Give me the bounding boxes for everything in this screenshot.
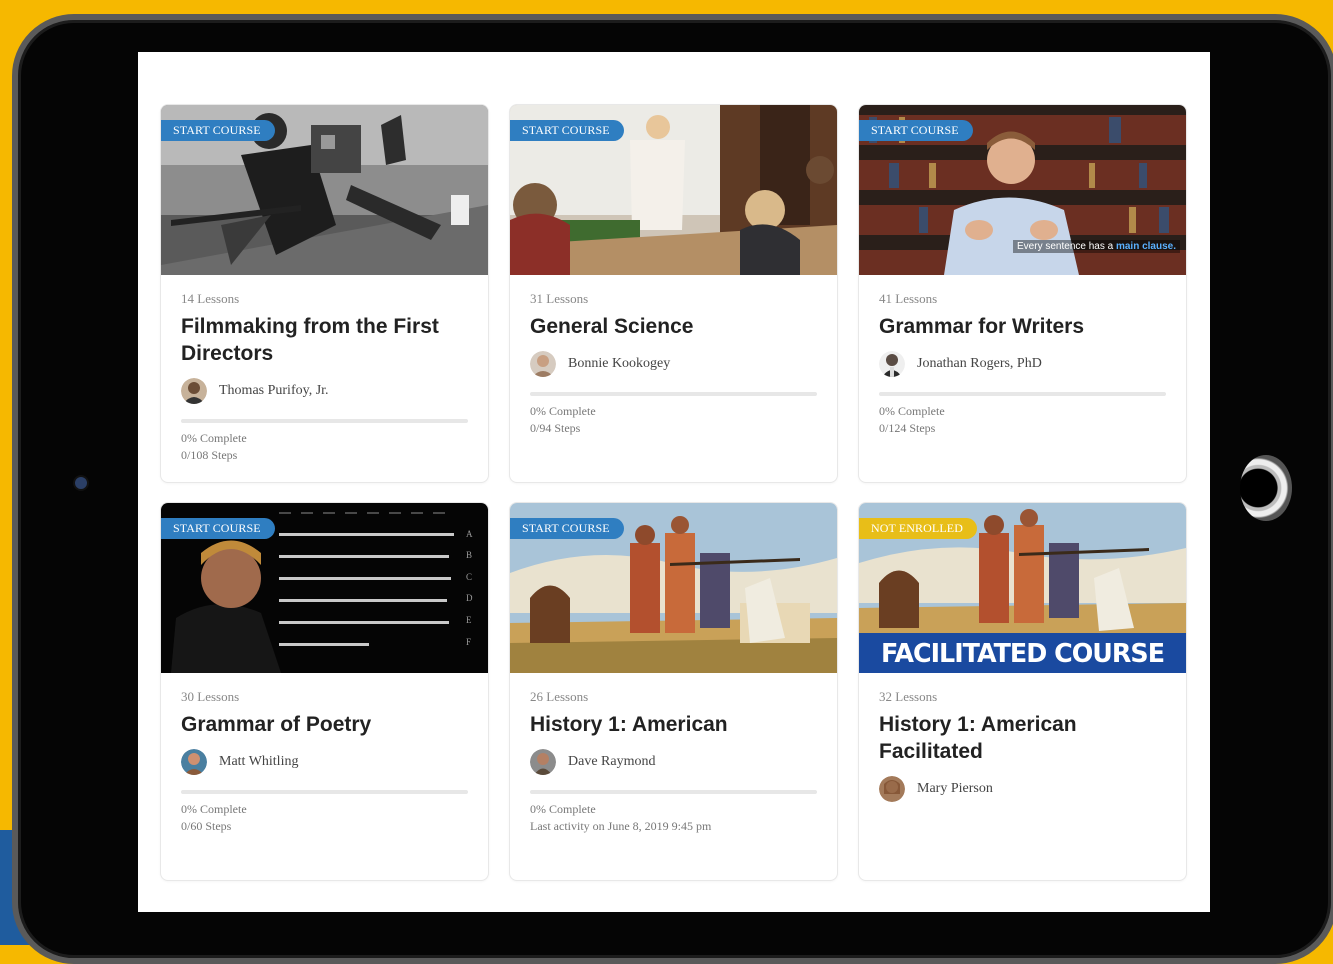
- course-thumbnail[interactable]: START COURSE: [161, 105, 488, 275]
- instructor: Bonnie Kookogey: [530, 351, 670, 377]
- course-card-filmmaking[interactable]: START COURSE 14 Lessons Filmmaking from …: [160, 104, 489, 483]
- status-badge: START COURSE: [510, 518, 624, 539]
- svg-text:F: F: [466, 637, 471, 647]
- course-card-grammar-writers[interactable]: START COURSE Every sentence has a main c…: [858, 104, 1187, 483]
- progress-bar: [181, 419, 468, 423]
- instructor: Jonathan Rogers, PhD: [879, 351, 1042, 377]
- progress-percent: 0% Complete: [530, 802, 596, 816]
- instructor-name: Jonathan Rogers, PhD: [917, 356, 1042, 371]
- last-activity: Last activity on June 8, 2019 9:45 pm: [530, 819, 712, 833]
- status-badge: START COURSE: [859, 120, 973, 141]
- instructor: Mary Pierson: [879, 776, 993, 802]
- instructor-name: Bonnie Kookogey: [568, 356, 671, 371]
- instructor: Thomas Purifoy, Jr.: [181, 378, 329, 404]
- course-thumbnail[interactable]: NOT ENROLLED FACILITATED COURSE 2023-202…: [859, 503, 1186, 673]
- progress-percent: 0% Complete: [879, 404, 945, 418]
- lesson-count: 14 Lessons: [181, 291, 240, 306]
- facilitated-banner: FACILITATED COURSE 2023-2024: [859, 633, 1186, 673]
- lesson-count: 32 Lessons: [879, 689, 938, 704]
- course-card-history-american[interactable]: START COURSE 26 Lessons History 1: Ameri…: [509, 502, 838, 881]
- course-card-history-facilitated[interactable]: NOT ENROLLED FACILITATED COURSE 2023-202…: [858, 502, 1187, 881]
- steps-count: 0/108 Steps: [181, 448, 238, 462]
- course-title[interactable]: Grammar of Poetry: [181, 711, 471, 738]
- avatar: [181, 378, 207, 404]
- progress-percent: 0% Complete: [181, 802, 247, 816]
- course-title[interactable]: History 1: American Facilitated: [879, 711, 1169, 765]
- svg-text:E: E: [466, 615, 472, 625]
- status-badge: NOT ENROLLED: [859, 518, 977, 539]
- avatar: [181, 749, 207, 775]
- avatar: [879, 776, 905, 802]
- avatar: [530, 749, 556, 775]
- progress-bar: [530, 392, 817, 396]
- svg-text:B: B: [466, 550, 472, 560]
- course-title[interactable]: Filmmaking from the First Directors: [181, 313, 471, 367]
- progress-percent: 0% Complete: [530, 404, 596, 418]
- status-badge: START COURSE: [161, 518, 275, 539]
- lesson-count: 41 Lessons: [879, 291, 938, 306]
- course-card-grammar-poetry[interactable]: A B C D E F START COURSE 30 Lessons Grammar …: [160, 502, 489, 881]
- status-badge: START COURSE: [161, 120, 275, 141]
- progress-percent: 0% Complete: [181, 431, 247, 445]
- course-thumbnail[interactable]: START COURSE: [510, 105, 837, 275]
- course-thumbnail[interactable]: START COURSE: [510, 503, 837, 673]
- instructor-name: Thomas Purifoy, Jr.: [219, 383, 329, 398]
- steps-count: 0/94 Steps: [530, 421, 581, 435]
- lesson-count: 31 Lessons: [530, 291, 589, 306]
- instructor-name: Mary Pierson: [917, 781, 993, 796]
- avatar: [879, 351, 905, 377]
- instructor-name: Matt Whitling: [219, 754, 299, 769]
- progress-bar: [530, 790, 817, 794]
- home-button[interactable]: [1240, 455, 1292, 521]
- course-grid-screen: START COURSE 14 Lessons Filmmaking from …: [138, 52, 1210, 912]
- instructor-name: Dave Raymond: [568, 754, 656, 769]
- progress-bar: [181, 790, 468, 794]
- camera-icon: [73, 475, 89, 491]
- instructor: Dave Raymond: [530, 749, 655, 775]
- course-title[interactable]: History 1: American: [530, 711, 820, 738]
- course-thumbnail[interactable]: START COURSE Every sentence has a main c…: [859, 105, 1186, 275]
- steps-count: 0/60 Steps: [181, 819, 232, 833]
- lesson-count: 30 Lessons: [181, 689, 240, 704]
- avatar: [530, 351, 556, 377]
- course-title[interactable]: General Science: [530, 313, 820, 340]
- lesson-count: 26 Lessons: [530, 689, 589, 704]
- progress-bar: [879, 392, 1166, 396]
- instructor: Matt Whitling: [181, 749, 298, 775]
- course-card-general-science[interactable]: START COURSE 31 Lessons General Science …: [509, 104, 838, 483]
- svg-text:A: A: [466, 529, 473, 539]
- course-title[interactable]: Grammar for Writers: [879, 313, 1169, 340]
- video-caption: Every sentence has a main clause.: [1013, 240, 1180, 253]
- course-thumbnail[interactable]: A B C D E F START COURSE: [161, 503, 488, 673]
- status-badge: START COURSE: [510, 120, 624, 141]
- svg-text:D: D: [466, 593, 473, 603]
- svg-text:C: C: [466, 572, 472, 582]
- steps-count: 0/124 Steps: [879, 421, 936, 435]
